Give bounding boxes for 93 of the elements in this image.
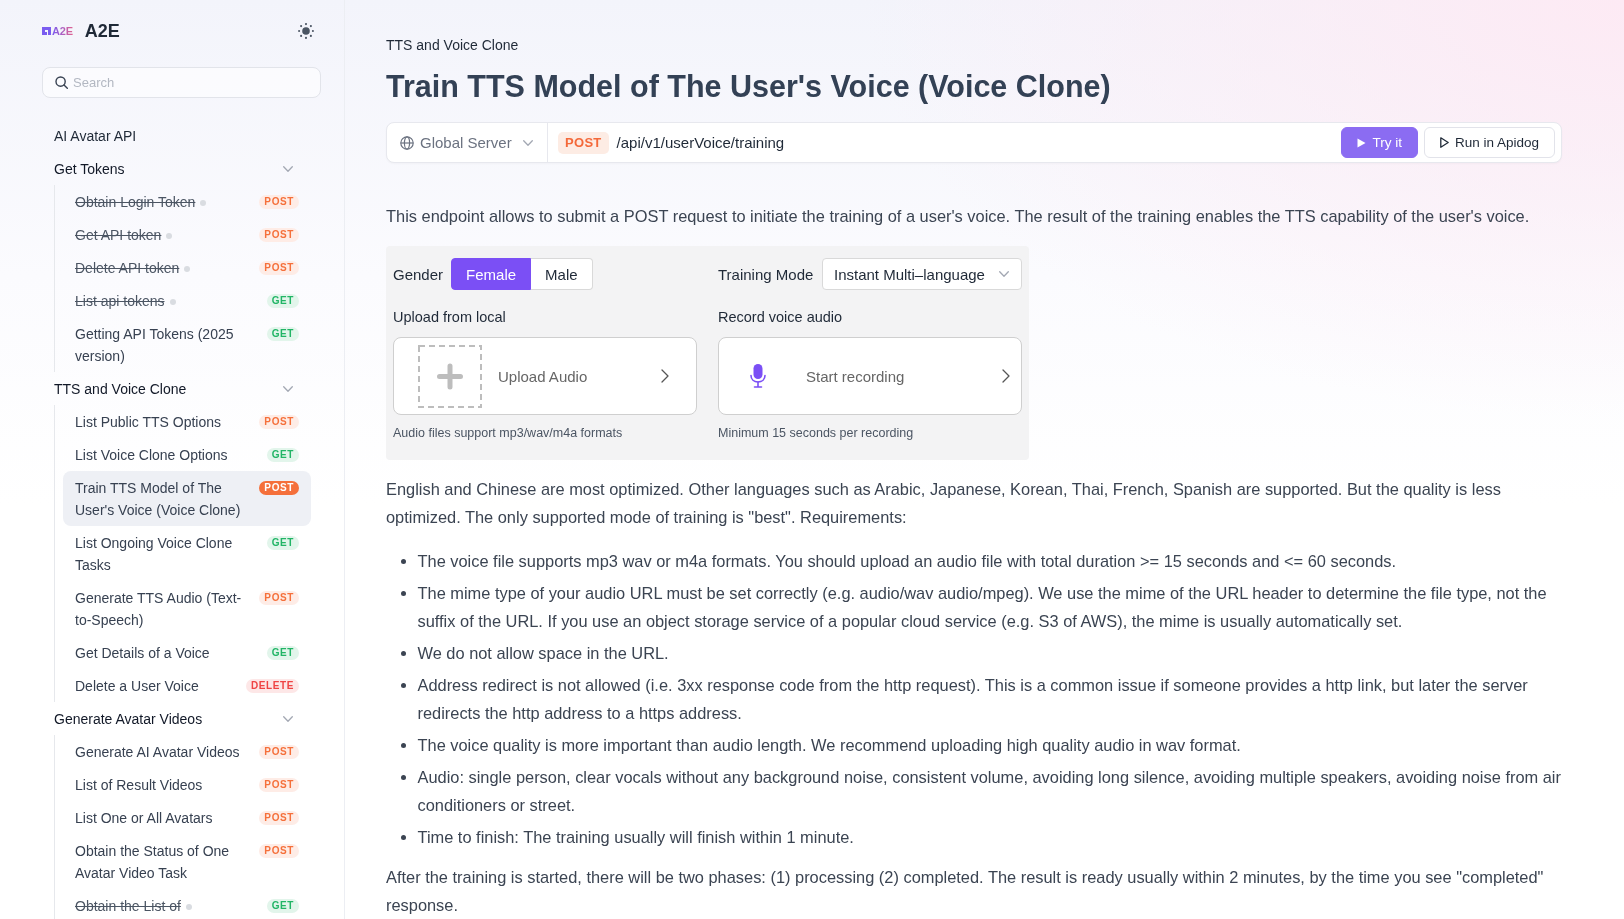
intro-text: This endpoint allows to submit a POST request to initiate the training of a user's voice. The result of the training enables the TTS capability of the user's voice. (386, 206, 1531, 227)
requirement-text: The voice quality is more important than audio length. We recommend uploading high quality audio in wav format. (417, 735, 1241, 756)
nav-item[interactable]: List Public TTS Options POST (63, 405, 311, 438)
sun-icon[interactable] (298, 23, 314, 39)
bullet-icon (400, 742, 406, 748)
upload-hint: Audio files support mp3/wav/m4a formats (393, 425, 624, 442)
method-badge: POST (259, 810, 299, 825)
dot-icon (166, 232, 173, 239)
nav-item[interactable]: Delete a User Voice DELETE (63, 669, 311, 702)
method-badge: GET (266, 326, 299, 341)
bullet-icon (400, 590, 406, 596)
search-icon (55, 76, 68, 89)
chevron-down-icon (523, 139, 533, 146)
closing-text: After the training is started, there will be two phases: (1) processing (2) completed. The result is ready usually within 2 minutes, by the time you see "completed" response. (386, 867, 1545, 916)
bullet-icon (400, 834, 406, 840)
endpoint-path: /api/v1/userVoice/training (616, 134, 785, 151)
record-button[interactable]: Start recording (718, 337, 1022, 415)
nav-item[interactable]: Delete API token POST (63, 251, 311, 284)
bullet-icon (400, 774, 406, 780)
nav-group[interactable]: Get Tokens (42, 152, 321, 185)
breadcrumb: TTS and Voice Clone (386, 36, 520, 55)
logo-icon (42, 27, 51, 35)
gender-option[interactable]: Female (451, 258, 532, 290)
globe-icon (400, 135, 414, 150)
play-icon (1439, 137, 1449, 148)
nav-item[interactable]: List Ongoing Voice Clone Tasks GET (63, 526, 311, 581)
notes-text: English and Chinese are most optimized. Other languages such as Arabic, Japanese, Korean, Thai, French, Spanish are supported. But the quality is less optimized. The only supported mode of training is "best". Requirements: (386, 479, 1502, 528)
search-field[interactable]: Search (42, 67, 321, 98)
nav-item[interactable]: Get API token POST (63, 218, 311, 251)
nav-item[interactable]: Obtain the List of GET (63, 889, 311, 919)
record-hint: Minimum 15 seconds per recording (718, 425, 915, 442)
nav-item[interactable]: List api tokens GET (63, 284, 311, 317)
method-badge: POST (259, 414, 299, 429)
nav-item[interactable]: List One or All Avatars POST (63, 801, 311, 834)
requirement-text: The voice file supports mp3 wav or m4a formats. You should upload an audio file with total duration >= 15 seconds and <= 60 seconds. (417, 551, 1397, 572)
method-badge: POST (259, 227, 299, 242)
bullet-icon (400, 650, 406, 656)
method-badge: POST (259, 744, 299, 759)
nav-item[interactable]: Get Details of a Voice GET (63, 636, 311, 669)
chevron-down-icon (999, 271, 1009, 277)
try-button[interactable]: Try it (1341, 127, 1418, 158)
gender-label: Gender (393, 265, 444, 283)
page-title: Train TTS Model of The User's Voice (Voice Clone) (386, 68, 1112, 106)
method-badge: GET (266, 645, 299, 660)
site-title: A2E (84, 20, 120, 42)
training-mode-select[interactable]: Instant Multi–language (822, 258, 1022, 290)
nav-group[interactable]: TTS and Voice Clone (42, 372, 321, 405)
nav-item[interactable]: List of Result Videos POST (63, 768, 311, 801)
method-badge: POST (259, 480, 299, 495)
upload-button[interactable]: Upload Audio (393, 337, 697, 415)
dot-icon (184, 265, 191, 272)
method-badge: DELETE (245, 678, 299, 693)
dot-icon (200, 199, 207, 206)
server-dropdown[interactable]: Global Server (387, 123, 548, 162)
method-badge: GET (266, 898, 299, 913)
gender-option[interactable]: Male (531, 258, 593, 290)
method-badge: GET (266, 293, 299, 308)
nav-item[interactable]: List Voice Clone Options GET (63, 438, 311, 471)
requirement-text: Time to finish: The training usually will finish within 1 minute. (417, 827, 854, 848)
nav-item[interactable]: Obtain the Status of One Avatar Video Task POST (63, 834, 311, 889)
dashed-plus-icon (418, 344, 482, 408)
method-badge: GET (266, 535, 299, 550)
nav-item[interactable]: Getting API Tokens (2025 version) GET (63, 317, 311, 372)
microphone-icon (750, 364, 766, 388)
requirement-text: The mime type of your audio URL must be set correctly (e.g. audio/wav audio/mpeg). We use the mime of the URL header to determine the file type, not the suffix of the URL. If you use an object storage service of a popular cloud service (e.g. S3 of AWS), the mime is usually automatically set. (417, 583, 1548, 632)
nav-item[interactable]: Generate AI Avatar Videos POST (63, 735, 311, 768)
nav-item[interactable]: Train TTS Model of The User's Voice (Voice Clone) POST (63, 471, 311, 526)
upload-heading: Upload from local (393, 308, 507, 327)
method-badge: POST (259, 194, 299, 209)
bullet-icon (400, 558, 406, 564)
bullet-icon (400, 682, 406, 688)
requirement-text: Audio: single person, clear vocals without any background noise, consistent volume, avoiding long silence, avoiding multiple speakers, avoiding noise from air conditioners or street. (417, 767, 1562, 816)
nav-item[interactable]: Generate TTS Audio (Text-to-Speech) POST (63, 581, 311, 636)
nav-group[interactable]: Generate Avatar Videos (42, 702, 321, 735)
requirement-text: We do not allow space in the URL. (417, 643, 669, 664)
method-badge: POST (259, 843, 299, 858)
nav-link[interactable]: AI Avatar API (42, 119, 321, 152)
method-badge: POST (259, 260, 299, 275)
record-heading: Record voice audio (718, 308, 844, 327)
training-mode-label: Training Mode (718, 265, 814, 283)
chevron-right-icon (1002, 369, 1010, 383)
dot-icon (185, 903, 192, 910)
run-button[interactable]: Run in Apidog (1423, 127, 1555, 158)
play-icon (1357, 137, 1367, 148)
chevron-right-icon (661, 369, 669, 383)
logo-text: A2E (52, 25, 73, 37)
method-badge: POST (259, 777, 299, 792)
method-badge: POST (259, 590, 299, 605)
nav-item[interactable]: Obtain Login Token POST (63, 185, 311, 218)
requirement-text: Address redirect is not allowed (i.e. 3xx response code from the http request). This is a common issue if someone provides a http link, but later the server redirects the http address to a https address. (417, 675, 1529, 724)
method-badge: GET (266, 447, 299, 462)
dot-icon (169, 298, 176, 305)
method-badge: POST (558, 131, 609, 154)
